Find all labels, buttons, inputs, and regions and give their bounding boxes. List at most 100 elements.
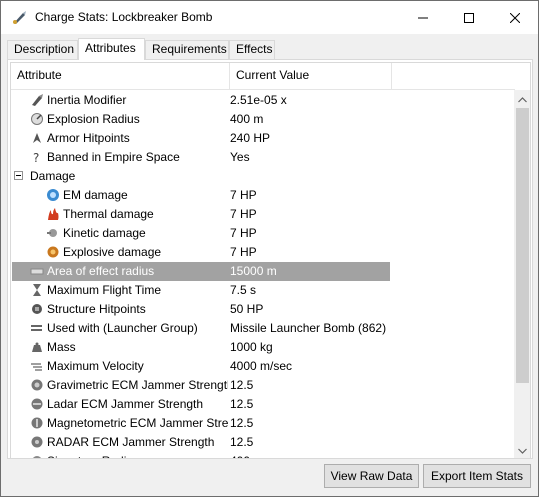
attribute-name: RADAR ECM Jammer Strength	[47, 435, 215, 449]
attribute-value: 12.5	[230, 435, 254, 449]
attribute-value: 7 HP	[230, 188, 257, 202]
inertia-icon	[30, 93, 44, 107]
attribute-value: 12.5	[230, 397, 254, 411]
armor-icon	[30, 131, 44, 145]
attribute-name: EM damage	[63, 188, 128, 202]
table-row[interactable]: Magnetometric ECM Jammer Strength12.5	[11, 414, 515, 433]
question-icon: ?	[30, 150, 44, 165]
attribute-value: 12.5	[230, 416, 254, 430]
tab-label: Requirements	[152, 42, 227, 56]
scroll-up-icon	[518, 92, 527, 106]
attribute-name: Kinetic damage	[63, 226, 146, 240]
title-bar[interactable]: Charge Stats: Lockbreaker Bomb	[1, 1, 538, 34]
launcher-icon	[30, 321, 44, 335]
table-row[interactable]: Maximum Flight Time 7.5 s	[11, 281, 515, 300]
table-row[interactable]: Mass 1000 kg	[11, 338, 515, 357]
maximize-icon	[464, 12, 474, 23]
attribute-name: Inertia Modifier	[47, 93, 127, 107]
attribute-value: 7 HP	[230, 226, 257, 240]
thermal-damage-icon	[46, 207, 60, 221]
area-effect-icon	[30, 264, 44, 278]
close-button[interactable]	[492, 1, 538, 34]
charge-stats-window: Charge Stats: Lockbreaker Bomb Descripti…	[0, 0, 539, 497]
close-icon	[510, 12, 520, 23]
tab-label: Description	[14, 42, 75, 56]
table-row[interactable]: Used with (Launcher Group) Missile Launch…	[11, 319, 515, 338]
table-row[interactable]: Inertia Modifier 2.51e-05 x	[11, 91, 515, 110]
view-raw-data-button[interactable]: View Raw Data	[324, 464, 419, 488]
attribute-value: 2.51e-05 x	[230, 93, 287, 107]
attribute-name: Maximum Velocity	[47, 359, 144, 373]
table-row[interactable]: Signature Radius400 m	[11, 452, 515, 458]
attribute-name: Explosion Radius	[47, 112, 140, 126]
table-row[interactable]: ? Banned in Empire Space Yes	[11, 148, 515, 167]
em-damage-icon	[46, 188, 60, 202]
scroll-down-button[interactable]	[514, 441, 530, 458]
tab-strip: Description Attributes Requirements Effe…	[7, 38, 527, 60]
attribute-name: Thermal damage	[63, 207, 154, 221]
signature-icon	[30, 454, 44, 458]
attribute-name: Banned in Empire Space	[47, 150, 180, 164]
hourglass-icon	[30, 283, 44, 297]
attribute-value: 4000 m/sec	[230, 359, 293, 373]
tab-description[interactable]: Description	[7, 40, 78, 59]
scroll-up-button[interactable]	[514, 90, 530, 107]
attribute-value: 50 HP	[230, 302, 264, 316]
table-row[interactable]: Area of effect radius 15000 m	[11, 262, 515, 281]
radar-icon	[30, 435, 44, 449]
magnetometric-icon	[30, 416, 44, 430]
table-row[interactable]: Armor Hitpoints 240 HP	[11, 129, 515, 148]
attributes-list[interactable]: Attribute Current Value Inertia Modifier…	[10, 62, 531, 459]
maximize-button[interactable]	[446, 1, 492, 34]
attribute-value: 7.5 s	[230, 283, 257, 297]
table-row[interactable]: Maximum Velocity 4000 m/sec	[11, 357, 515, 376]
svg-text:?: ?	[33, 151, 39, 164]
table-row[interactable]: Structure Hitpoints 50 HP	[11, 300, 515, 319]
collapse-icon[interactable]	[14, 171, 23, 180]
table-row[interactable]: Gravimetric ECM Jammer Strength 12.5	[11, 376, 515, 395]
export-item-stats-button[interactable]: Export Item Stats	[423, 464, 531, 488]
velocity-icon	[30, 359, 44, 373]
column-header-attribute[interactable]: Attribute	[11, 63, 230, 89]
mass-icon	[30, 340, 44, 354]
minimize-icon	[418, 13, 428, 23]
vertical-scrollbar[interactable]	[514, 90, 530, 458]
attribute-value: 7 HP	[230, 245, 257, 259]
table-row[interactable]: Ladar ECM Jammer Strength 12.5	[11, 395, 515, 414]
table-row[interactable]: EM damage 7 HP	[11, 186, 515, 205]
attribute-name: Signature Radius	[47, 452, 228, 458]
attribute-name: Explosive damage	[63, 245, 162, 259]
column-header-current-value[interactable]: Current Value	[230, 63, 392, 89]
window-title: Charge Stats: Lockbreaker Bomb	[35, 10, 213, 24]
attribute-name: Mass	[47, 340, 76, 354]
table-row[interactable]: RADAR ECM Jammer Strength 12.5	[11, 433, 515, 452]
attribute-value: 240 HP	[230, 131, 271, 145]
attribute-value: 7 HP	[230, 207, 257, 221]
attribute-name: Damage	[30, 169, 76, 183]
ladar-icon	[30, 397, 44, 411]
attribute-name: Maximum Flight Time	[47, 283, 162, 297]
attributes-panel: Attribute Current Value Inertia Modifier…	[7, 59, 533, 459]
explosive-damage-icon	[46, 245, 60, 259]
attribute-value: 15000 m	[230, 264, 277, 278]
minimize-button[interactable]	[400, 1, 446, 34]
attribute-value: Yes	[230, 150, 250, 164]
group-row-damage[interactable]: Damage	[11, 167, 515, 186]
attribute-name: Area of effect radius	[47, 264, 155, 278]
list-header: Attribute Current Value	[11, 63, 515, 90]
scroll-down-icon	[518, 443, 527, 457]
table-row[interactable]: Explosive damage 7 HP	[11, 243, 515, 262]
attribute-value: 400 m	[230, 112, 264, 126]
attribute-name: Magnetometric ECM Jammer Strength	[47, 416, 228, 430]
table-row[interactable]: Explosion Radius 400 m	[11, 110, 515, 129]
attribute-value: 1000 kg	[230, 340, 273, 354]
tab-effects[interactable]: Effects	[229, 40, 275, 59]
tab-requirements[interactable]: Requirements	[145, 40, 229, 59]
scroll-thumb[interactable]	[516, 108, 529, 383]
table-row[interactable]: Kinetic damage 7 HP	[11, 224, 515, 243]
tab-attributes[interactable]: Attributes	[78, 38, 145, 60]
tab-label: Attributes	[85, 41, 136, 55]
attribute-value: 12.5	[230, 378, 254, 392]
table-row[interactable]: Thermal damage 7 HP	[11, 205, 515, 224]
attribute-name: Armor Hitpoints	[47, 131, 130, 145]
